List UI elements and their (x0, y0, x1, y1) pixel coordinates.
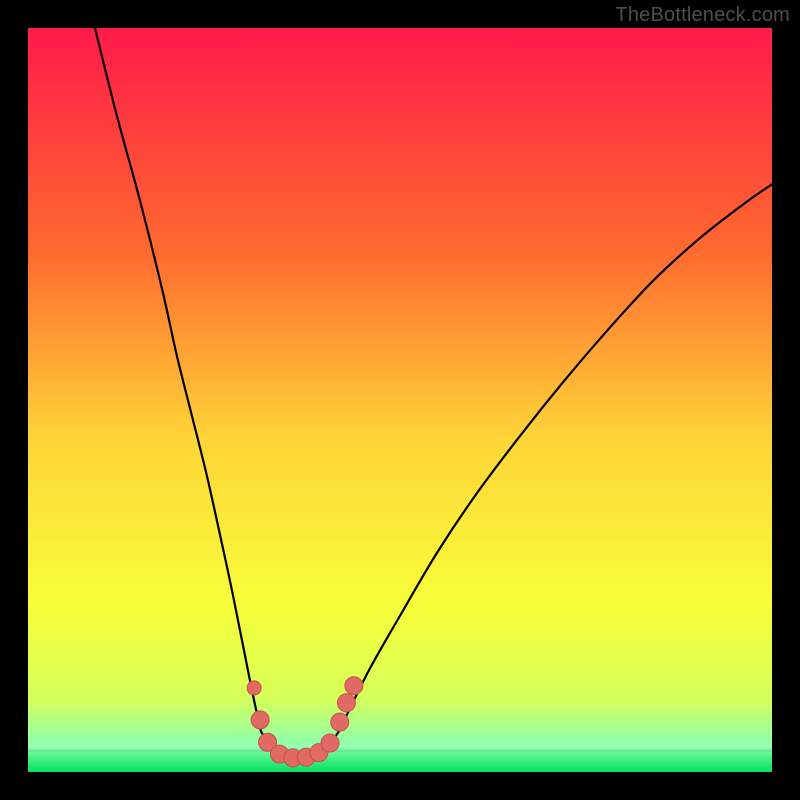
watermark-text: TheBottleneck.com (615, 4, 790, 27)
trough-marker-9 (337, 694, 355, 712)
trough-marker-8 (331, 713, 349, 731)
ridge-light (28, 745, 772, 748)
gradient-background (28, 28, 772, 772)
chart-frame: TheBottleneck.com (0, 0, 800, 800)
chart-plot (28, 28, 772, 772)
trough-marker-10 (345, 677, 363, 695)
trough-marker-7 (321, 734, 339, 752)
trough-marker-0 (247, 681, 261, 695)
trough-marker-1 (251, 711, 269, 729)
ridge-mid (28, 750, 772, 752)
